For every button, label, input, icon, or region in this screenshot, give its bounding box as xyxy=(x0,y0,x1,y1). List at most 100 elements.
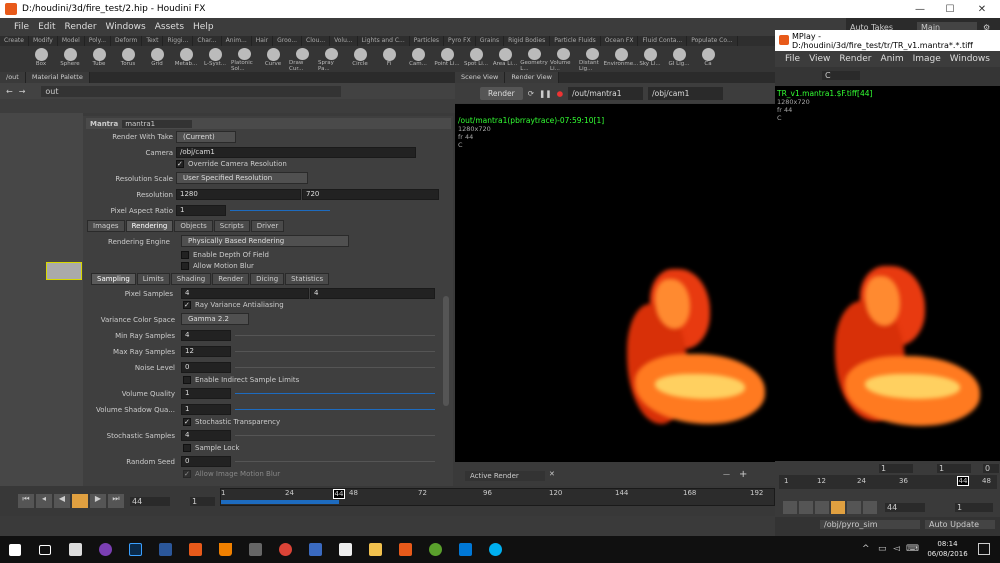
current-frame-field[interactable]: 44 xyxy=(130,497,170,506)
mplay-value-1[interactable]: 1 xyxy=(879,464,913,473)
camera-path-field[interactable]: /obj/cam1 xyxy=(648,86,724,100)
mplay-menu-anim[interactable]: Anim xyxy=(880,54,903,64)
remove-icon[interactable]: — xyxy=(723,470,730,478)
start-frame-field[interactable]: 1 xyxy=(190,497,215,506)
shelf-tool[interactable]: Ca xyxy=(695,46,721,72)
render-view-canvas[interactable]: /out/mantra1(pbrraytrace)-07:59:10[1] 12… xyxy=(455,104,775,462)
shelf-tab[interactable]: Fluid Conta... xyxy=(638,36,688,46)
mplay-step-back-icon[interactable] xyxy=(799,501,813,514)
chrome-icon[interactable] xyxy=(270,536,300,563)
ray-variance-checkbox[interactable]: ✓ xyxy=(183,301,191,309)
tab-images[interactable]: Images xyxy=(87,220,125,232)
shelf-tab[interactable]: Rigid Bodies xyxy=(504,36,551,46)
mplay-value-2[interactable]: 1 xyxy=(937,464,971,473)
menu-edit[interactable]: Edit xyxy=(38,22,55,32)
tab-dicing[interactable]: Dicing xyxy=(250,273,285,285)
utorrent-icon[interactable] xyxy=(420,536,450,563)
skype-icon[interactable] xyxy=(480,536,510,563)
shelf-tool[interactable]: Grid xyxy=(144,46,170,72)
seed-slider[interactable] xyxy=(235,461,435,462)
shelf-tool[interactable]: Circle xyxy=(347,46,373,72)
seed-field[interactable]: 0 xyxy=(181,456,231,467)
tab-render-view[interactable]: Render View xyxy=(505,72,559,83)
keyboard-icon[interactable]: ⌨ xyxy=(906,544,919,554)
override-res-checkbox[interactable]: ✓ xyxy=(176,160,184,168)
tab-scripts[interactable]: Scripts xyxy=(213,220,250,232)
vol-quality-slider[interactable] xyxy=(235,393,435,394)
mplay-goto-end-icon[interactable] xyxy=(863,501,877,514)
mplay-menu-windows[interactable]: Windows xyxy=(950,54,990,64)
active-render-menu[interactable]: Active Render xyxy=(465,471,545,481)
shelf-tool[interactable]: Geometry L... xyxy=(520,46,548,72)
add-icon[interactable]: + xyxy=(739,469,747,480)
stoch-samples-slider[interactable] xyxy=(235,435,435,436)
notifications-icon[interactable] xyxy=(978,543,990,555)
max-ray-slider[interactable] xyxy=(235,351,435,352)
play-icon[interactable]: ▶ xyxy=(90,494,106,508)
render-with-take-menu[interactable]: (Current) xyxy=(176,131,236,143)
shelf-tab[interactable]: Pyro FX xyxy=(444,36,476,46)
shelf-tab[interactable]: Create xyxy=(0,36,29,46)
mantra-node[interactable] xyxy=(46,262,82,280)
indirect-limits-checkbox[interactable] xyxy=(183,376,191,384)
tab-sampling[interactable]: Sampling xyxy=(91,273,136,285)
shelf-tool[interactable]: L-Syst... xyxy=(202,46,228,72)
shelf-tool[interactable]: Metab... xyxy=(173,46,199,72)
max-ray-field[interactable]: 12 xyxy=(181,346,231,357)
param-scrollbar[interactable] xyxy=(443,296,449,406)
shelf-tool[interactable]: Box xyxy=(28,46,54,72)
shelf-tab[interactable]: Lights and C... xyxy=(358,36,410,46)
dof-checkbox[interactable] xyxy=(181,251,189,259)
mplay-current-frame-marker[interactable]: 44 xyxy=(957,476,969,486)
menu-render[interactable]: Render xyxy=(65,22,97,32)
shelf-tab[interactable]: Char... xyxy=(193,36,222,46)
rop-path-field[interactable]: /out/mantra1 xyxy=(568,86,644,100)
render-button[interactable]: Render xyxy=(480,86,523,100)
shelf-tool[interactable]: Environme... xyxy=(604,46,638,72)
mplay-goto-start-icon[interactable] xyxy=(783,501,797,514)
shelf-tab[interactable]: Deform xyxy=(111,36,143,46)
shelf-tool[interactable]: Torus xyxy=(115,46,141,72)
mail-icon[interactable] xyxy=(450,536,480,563)
mplay-viewport[interactable]: TR_v1.mantra1.$F.tiff[44] 1280x720 fr 44… xyxy=(775,86,1000,461)
mplay-play-icon[interactable] xyxy=(847,501,861,514)
min-ray-slider[interactable] xyxy=(235,335,435,336)
tab-material-palette[interactable]: Material Palette xyxy=(25,72,90,83)
menu-file[interactable]: File xyxy=(14,22,29,32)
shelf-tool[interactable]: Point Li... xyxy=(434,46,460,72)
forward-arrow-icon[interactable]: → xyxy=(19,87,26,96)
back-arrow-icon[interactable]: ← xyxy=(6,87,13,96)
refresh-icon[interactable]: ⟳ xyxy=(528,89,534,98)
play-reverse-icon[interactable]: ◀ xyxy=(54,494,70,508)
timeline-current-frame[interactable]: 44 xyxy=(333,489,345,499)
node-name-field[interactable]: mantra1 xyxy=(122,119,193,128)
tab-driver[interactable]: Driver xyxy=(250,220,285,232)
shelf-tool[interactable]: Spot Li... xyxy=(463,46,489,72)
close-button[interactable]: ✕ xyxy=(962,0,1000,18)
network-editor[interactable] xyxy=(0,113,83,486)
shelf-tool[interactable]: Cam... xyxy=(405,46,431,72)
pixel-aspect-field[interactable]: 1 xyxy=(176,205,226,216)
mplay-timeline[interactable]: 44 xyxy=(779,475,997,489)
mplay-frame-field[interactable]: 44 xyxy=(885,503,925,512)
vol-quality-field[interactable]: 1 xyxy=(181,388,231,399)
mplay-object-path[interactable]: /obj/pyro_sim xyxy=(820,520,920,529)
app-purple-icon[interactable] xyxy=(90,536,120,563)
img-motion-blur-checkbox[interactable]: ✓ xyxy=(183,470,191,478)
menu-windows[interactable]: Windows xyxy=(106,22,146,32)
task-view-icon[interactable] xyxy=(30,536,60,563)
mplay-update-mode[interactable]: Auto Update xyxy=(925,520,995,529)
min-ray-field[interactable]: 4 xyxy=(181,330,231,341)
tab-limits[interactable]: Limits xyxy=(136,273,170,285)
var-color-menu[interactable]: Gamma 2.2 xyxy=(181,313,249,325)
close-snapshot-icon[interactable]: ✕ xyxy=(549,470,555,478)
volume-icon[interactable]: ◅ xyxy=(893,544,900,554)
shelf-tool[interactable]: Fi xyxy=(376,46,402,72)
shelf-tab[interactable]: Clou... xyxy=(302,36,331,46)
shelf-tool[interactable]: Curve xyxy=(260,46,286,72)
tray-up-arrow-icon[interactable]: ^ xyxy=(862,544,870,554)
camera-field[interactable]: /obj/cam1 xyxy=(176,147,416,158)
notepad-icon[interactable] xyxy=(330,536,360,563)
tab-rendering[interactable]: Rendering xyxy=(125,220,174,232)
tab-shading[interactable]: Shading xyxy=(170,273,212,285)
